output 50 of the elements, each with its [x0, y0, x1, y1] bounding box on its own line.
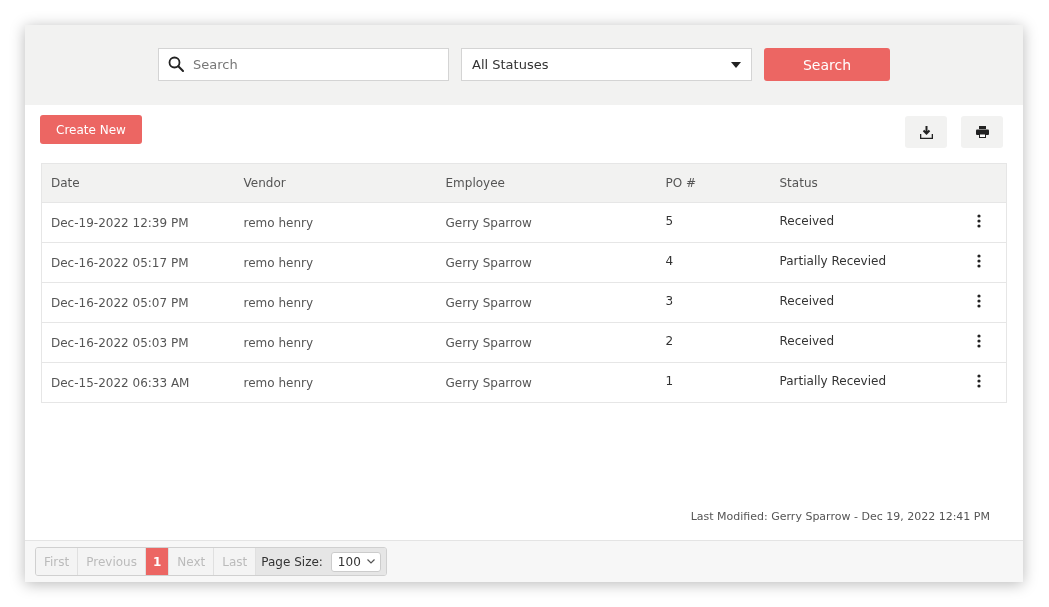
more-options-icon[interactable]	[977, 334, 981, 348]
page-size-label: Page Size:	[261, 554, 323, 569]
table-cell: Gerry Sparrow	[436, 322, 657, 363]
more-options-icon[interactable]	[977, 374, 981, 388]
print-button[interactable]	[961, 116, 1003, 148]
column-header: Employee	[436, 163, 657, 203]
download-icon	[919, 125, 933, 139]
last-modified-text: Last Modified: Gerry Sparrow - Dec 19, 2022 12:41 PM	[690, 510, 990, 523]
table-cell: Gerry Sparrow	[436, 242, 657, 283]
chevron-icon	[366, 559, 375, 564]
page-size-dropdown[interactable]: 100	[330, 551, 381, 572]
table-cell: 1	[656, 362, 771, 403]
table-cell: Partially Recevied	[770, 362, 952, 403]
caret-icon	[731, 61, 741, 68]
table-cell: Dec-15-2022 06:33 AM	[41, 362, 235, 403]
table-cell: 4	[656, 242, 771, 283]
table-cell: Gerry Sparrow	[436, 282, 657, 323]
download-button[interactable]	[905, 116, 947, 148]
table-cell: Received	[770, 322, 952, 363]
column-header: Vendor	[234, 163, 437, 203]
table-cell: Dec-19-2022 12:39 PM	[41, 202, 235, 243]
table-cell: Gerry Sparrow	[436, 362, 657, 403]
column-header: PO #	[656, 163, 771, 203]
table-cell: Dec-16-2022 05:17 PM	[41, 242, 235, 283]
table-cell: 2	[656, 322, 771, 363]
table-cell: Received	[770, 282, 952, 323]
more-options-icon[interactable]	[977, 254, 981, 268]
table-cell: 5	[656, 202, 771, 243]
table-cell: 3	[656, 282, 771, 323]
search-button[interactable]: Search	[764, 48, 890, 81]
table-cell: Partially Recevied	[770, 242, 952, 283]
print-icon	[975, 126, 989, 138]
table-cell: remo henry	[234, 322, 437, 363]
search-icon	[168, 56, 184, 72]
table-cell: remo henry	[234, 202, 437, 243]
table-cell: remo henry	[234, 242, 437, 283]
table-cell: remo henry	[234, 362, 437, 403]
table-cell: remo henry	[234, 282, 437, 323]
column-header: Status	[770, 163, 952, 203]
table-cell: Dec-16-2022 05:03 PM	[41, 322, 235, 363]
column-header: Date	[41, 163, 235, 203]
search-field[interactable]: Search	[158, 48, 449, 81]
table-cell: Dec-16-2022 05:07 PM	[41, 282, 235, 323]
table-cell: Received	[770, 202, 952, 243]
create-new-button[interactable]: Create New	[40, 115, 142, 144]
more-options-icon[interactable]	[977, 214, 981, 228]
page-button[interactable]: 1	[146, 548, 170, 575]
status-dropdown[interactable]: All Statuses	[461, 48, 752, 81]
table-cell: Gerry Sparrow	[436, 202, 657, 243]
more-options-icon[interactable]	[977, 294, 981, 308]
